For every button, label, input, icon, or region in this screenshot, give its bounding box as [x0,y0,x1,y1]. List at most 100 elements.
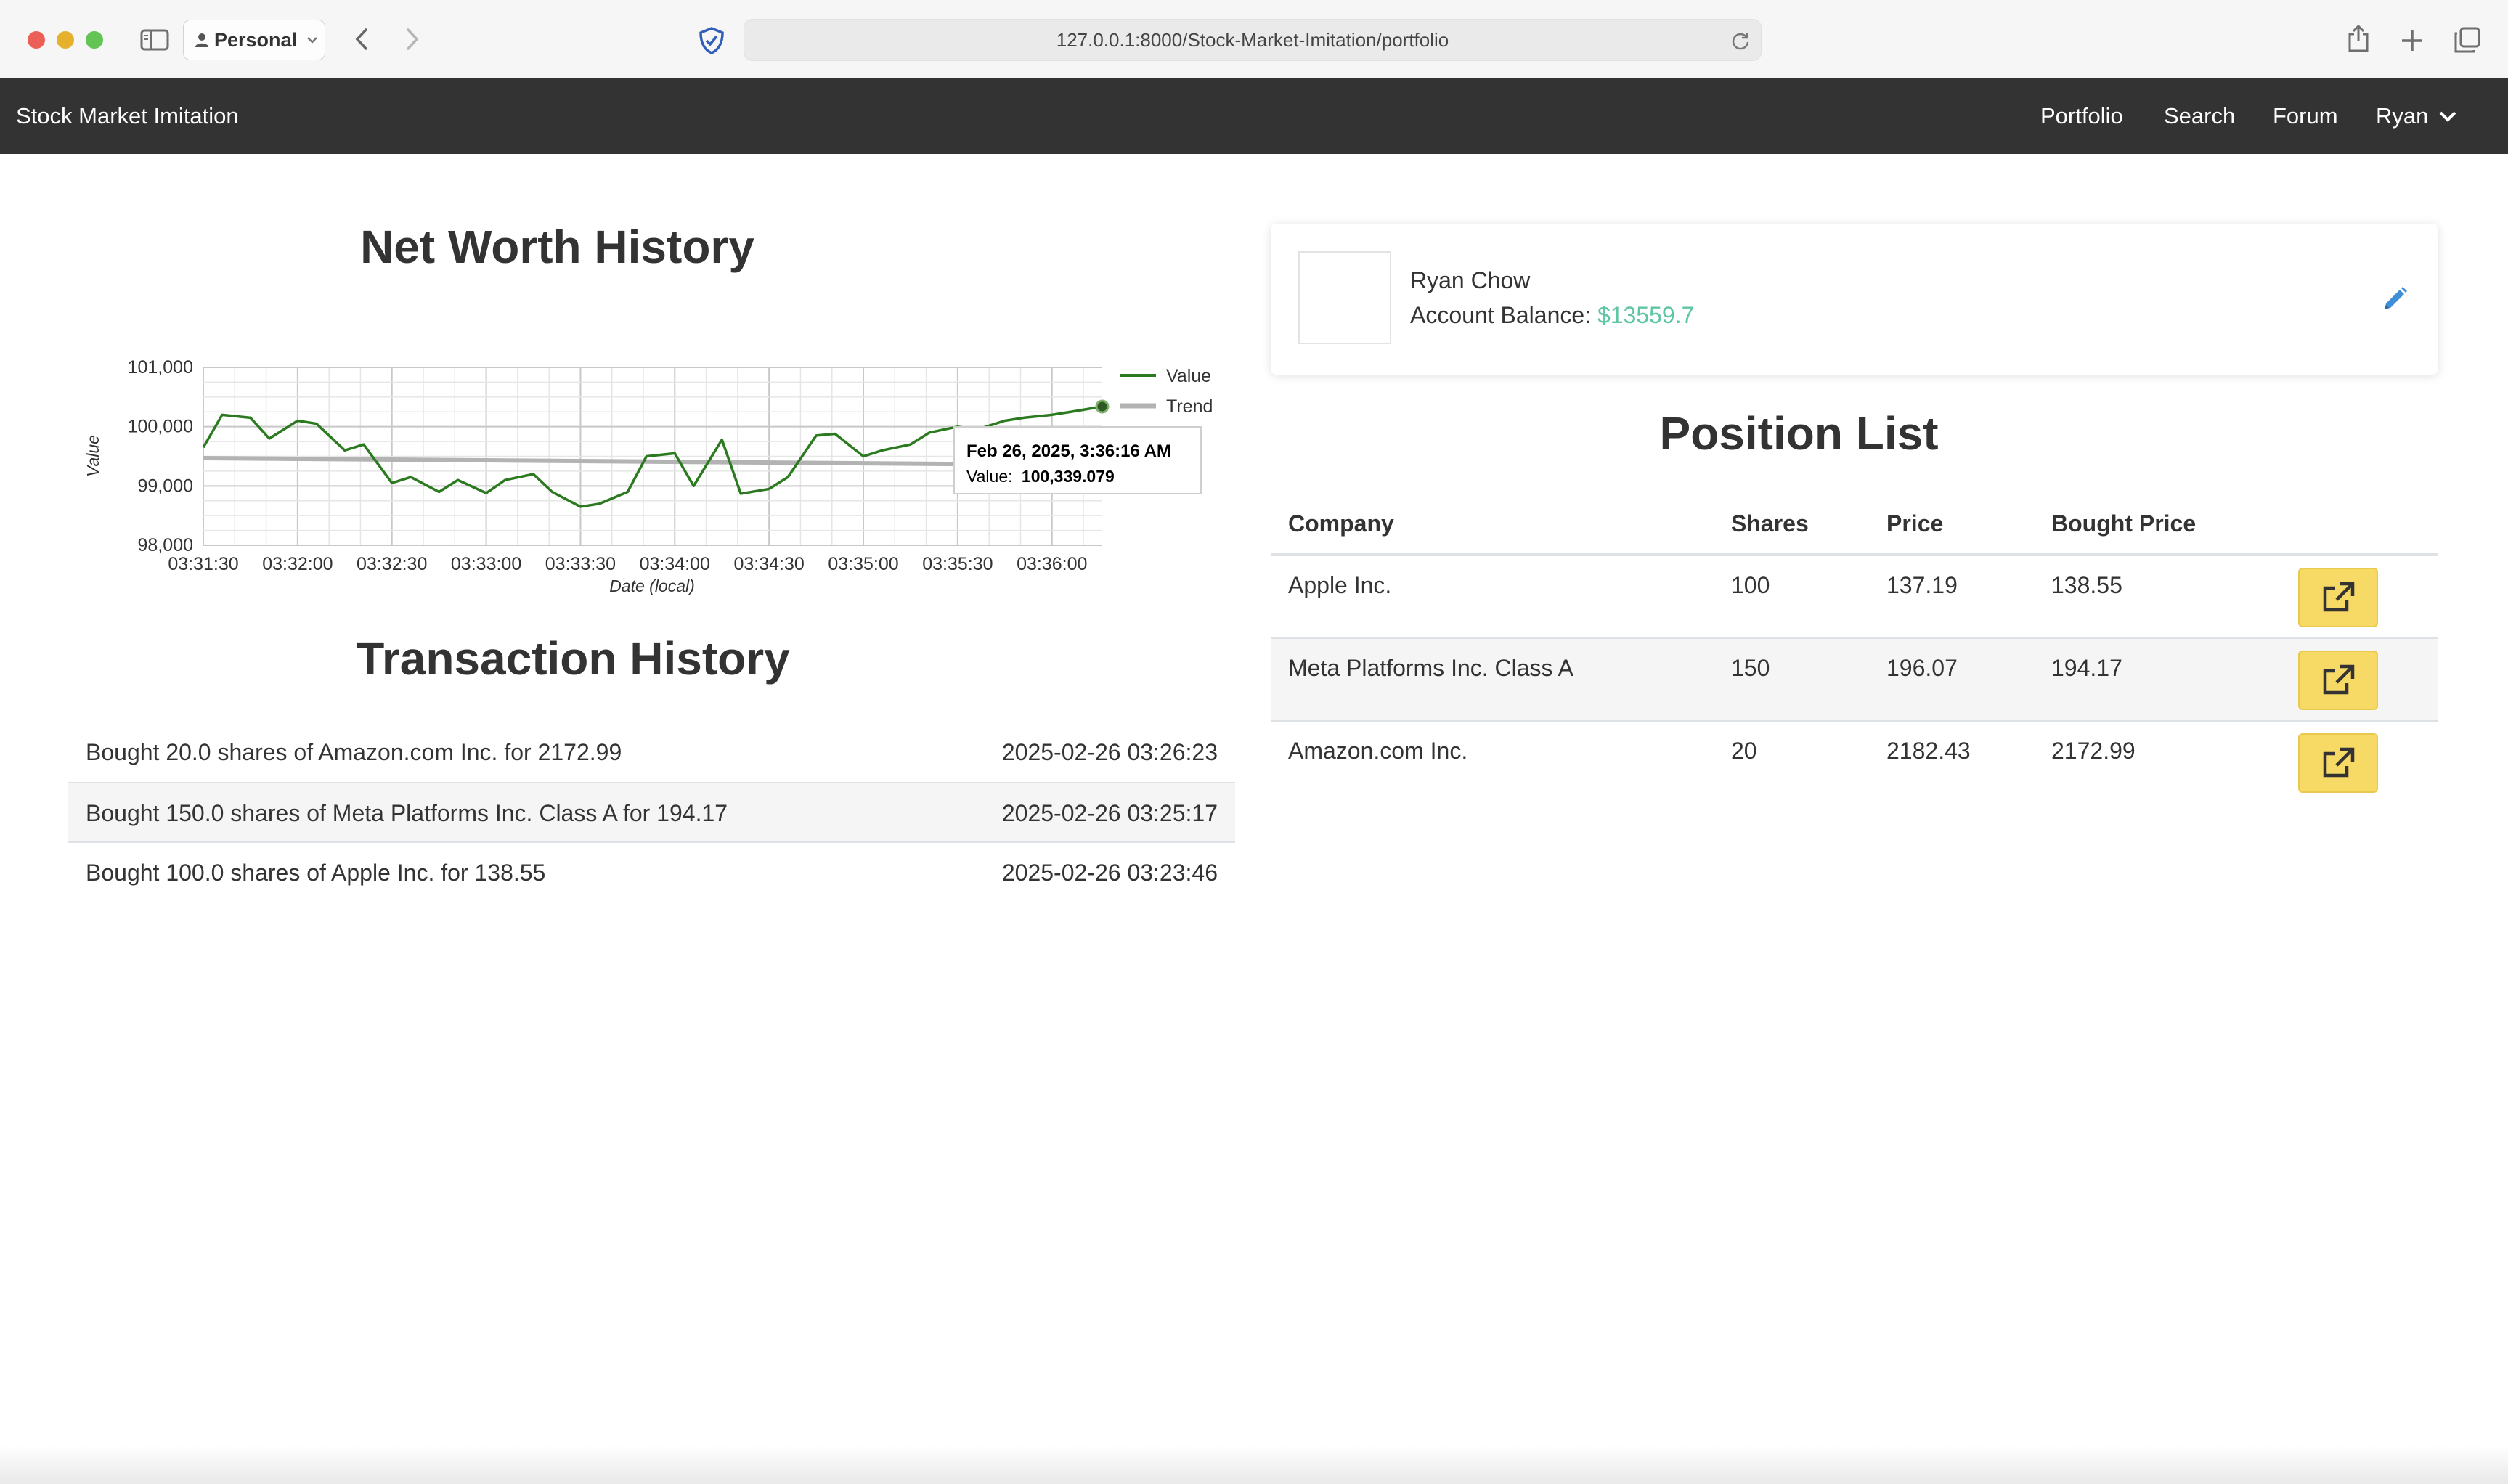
reload-icon[interactable] [1730,30,1751,51]
user-name: Ryan Chow [1410,267,1531,293]
x-tick-label: 03:32:30 [357,554,427,574]
open-stock-button[interactable] [2298,651,2378,710]
external-link-icon [2323,747,2355,778]
transaction-table: Bought 20.0 shares of Amazon.com Inc. fo… [68,722,1235,901]
position-bought-price: 2172.99 [2051,737,2136,764]
table-row: Bought 150.0 shares of Meta Platforms In… [68,782,1235,841]
table-row: Apple Inc. 100 137.19 138.55 [1271,556,2438,639]
x-tick-label: 03:33:30 [545,554,616,574]
account-balance: Account Balance: $13559.7 [1410,302,1694,329]
x-tick-label: 03:32:00 [262,554,333,574]
y-tick-label: 99,000 [138,476,193,496]
browser-toolbar: Personal 127.0.0.1:8000/Stock-Market-Imi… [0,0,2508,78]
open-stock-button[interactable] [2298,733,2378,793]
user-menu[interactable]: Ryan [2376,78,2457,154]
y-tick-label: 98,000 [138,535,193,555]
window-bottom-shadow [0,1445,2508,1484]
address-bar[interactable]: 127.0.0.1:8000/Stock-Market-Imitation/po… [744,19,1762,61]
position-price: 2182.43 [1886,737,1971,764]
chevron-left-icon [355,28,367,50]
highlighted-point [1095,399,1110,414]
app-navbar: Stock Market Imitation Portfolio Search … [0,78,2508,154]
legend-trend-label: Trend [1166,396,1213,417]
transaction-date: 2025-02-26 03:25:17 [1001,799,1218,826]
x-tick-label: 03:34:30 [733,554,804,574]
person-icon [195,33,208,47]
y-axis-label: Value [84,435,102,477]
zoom-window-button[interactable] [86,31,103,49]
x-tick-label: 03:31:30 [168,554,238,574]
y-tick-label: 101,000 [128,357,193,378]
table-row: Bought 20.0 shares of Amazon.com Inc. fo… [68,722,1235,782]
user-menu-label: Ryan [2376,103,2429,129]
brand-link[interactable]: Stock Market Imitation [16,78,239,154]
transaction-description: Bought 100.0 shares of Apple Inc. for 13… [86,859,546,886]
plus-icon [2402,30,2422,51]
chevron-down-icon [307,37,317,44]
tab-overview-button[interactable] [2451,25,2483,55]
position-table: Company Shares Price Bought Price Apple … [1271,494,2438,804]
net-worth-chart-svg: 98,000 99,000 100,000 101,000 03:31:30 03:32… [84,357,1213,595]
transaction-description: Bought 150.0 shares of Meta Platforms In… [86,799,728,826]
tooltip-title: Feb 26, 2025, 3:36:16 AM [966,441,1171,461]
chevron-right-icon [407,28,419,50]
nav-portfolio[interactable]: Portfolio [2040,78,2123,154]
table-row: Bought 100.0 shares of Apple Inc. for 13… [68,841,1235,901]
chart-legend: Value Trend [1120,366,1213,417]
transaction-date: 2025-02-26 03:23:46 [1001,859,1218,886]
table-row: Amazon.com Inc. 20 2182.43 2172.99 [1271,722,2438,804]
sidebar-icon [140,29,169,51]
profile-switcher[interactable]: Personal [183,20,325,60]
external-link-icon [2323,664,2355,695]
account-balance-value: $13559.7 [1597,302,1695,328]
column-header-bought-price: Bought Price [2051,510,2196,537]
column-header-company: Company [1288,510,1394,537]
x-axis-label: Date (local) [609,576,695,595]
minimize-window-button[interactable] [57,31,74,49]
x-tick-label: 03:34:00 [640,554,710,574]
transaction-description: Bought 20.0 shares of Amazon.com Inc. fo… [86,738,622,765]
position-list-title: Position List [1659,407,1939,460]
column-header-shares: Shares [1731,510,1809,537]
privacy-report-button[interactable] [696,25,728,57]
position-shares: 150 [1731,654,1770,681]
position-price: 196.07 [1886,654,1958,681]
position-price: 137.19 [1886,571,1958,598]
table-row: Meta Platforms Inc. Class A 150 196.07 1… [1271,639,2438,722]
position-table-header: Company Shares Price Bought Price [1271,494,2438,556]
position-company: Meta Platforms Inc. Class A [1288,654,1574,681]
chart-tooltip: Feb 26, 2025, 3:36:16 AM Value: 100,339.… [953,426,1202,494]
url-text: 127.0.0.1:8000/Stock-Market-Imitation/po… [1056,28,1449,51]
back-button[interactable] [347,25,376,54]
browser-window: Personal 127.0.0.1:8000/Stock-Market-Imi… [0,0,2508,1484]
share-button[interactable] [2344,22,2373,55]
position-company: Amazon.com Inc. [1288,737,1468,764]
profile-card: Ryan Chow Account Balance: $13559.7 [1271,224,2438,375]
tooltip-value: 100,339.079 [1022,467,1115,486]
avatar [1298,251,1391,344]
y-tick-label: 100,000 [128,417,193,437]
position-shares: 100 [1731,571,1770,598]
profile-label: Personal [214,28,298,51]
nav-search[interactable]: Search [2164,78,2235,154]
sidebar-toggle-button[interactable] [138,26,171,54]
tabs-overview-icon [2454,27,2480,53]
external-link-icon [2323,582,2355,612]
legend-value-label: Value [1166,366,1211,386]
position-bought-price: 138.55 [2051,571,2122,598]
new-tab-button[interactable] [2398,26,2427,55]
transaction-history-title: Transaction History [356,632,790,685]
position-shares: 20 [1731,737,1757,764]
close-window-button[interactable] [28,31,45,49]
x-tick-label: 03:35:30 [922,554,993,574]
tooltip-label: Value: [966,467,1013,486]
forward-button[interactable] [398,25,427,54]
open-stock-button[interactable] [2298,568,2378,627]
x-tick-label: 03:36:00 [1017,554,1087,574]
x-tick-label: 03:33:00 [451,554,521,574]
pencil-icon [2385,287,2407,309]
column-header-price: Price [1886,510,1944,537]
edit-profile-button[interactable] [2377,282,2412,317]
chevron-down-icon [2439,111,2456,122]
nav-forum[interactable]: Forum [2273,78,2338,154]
